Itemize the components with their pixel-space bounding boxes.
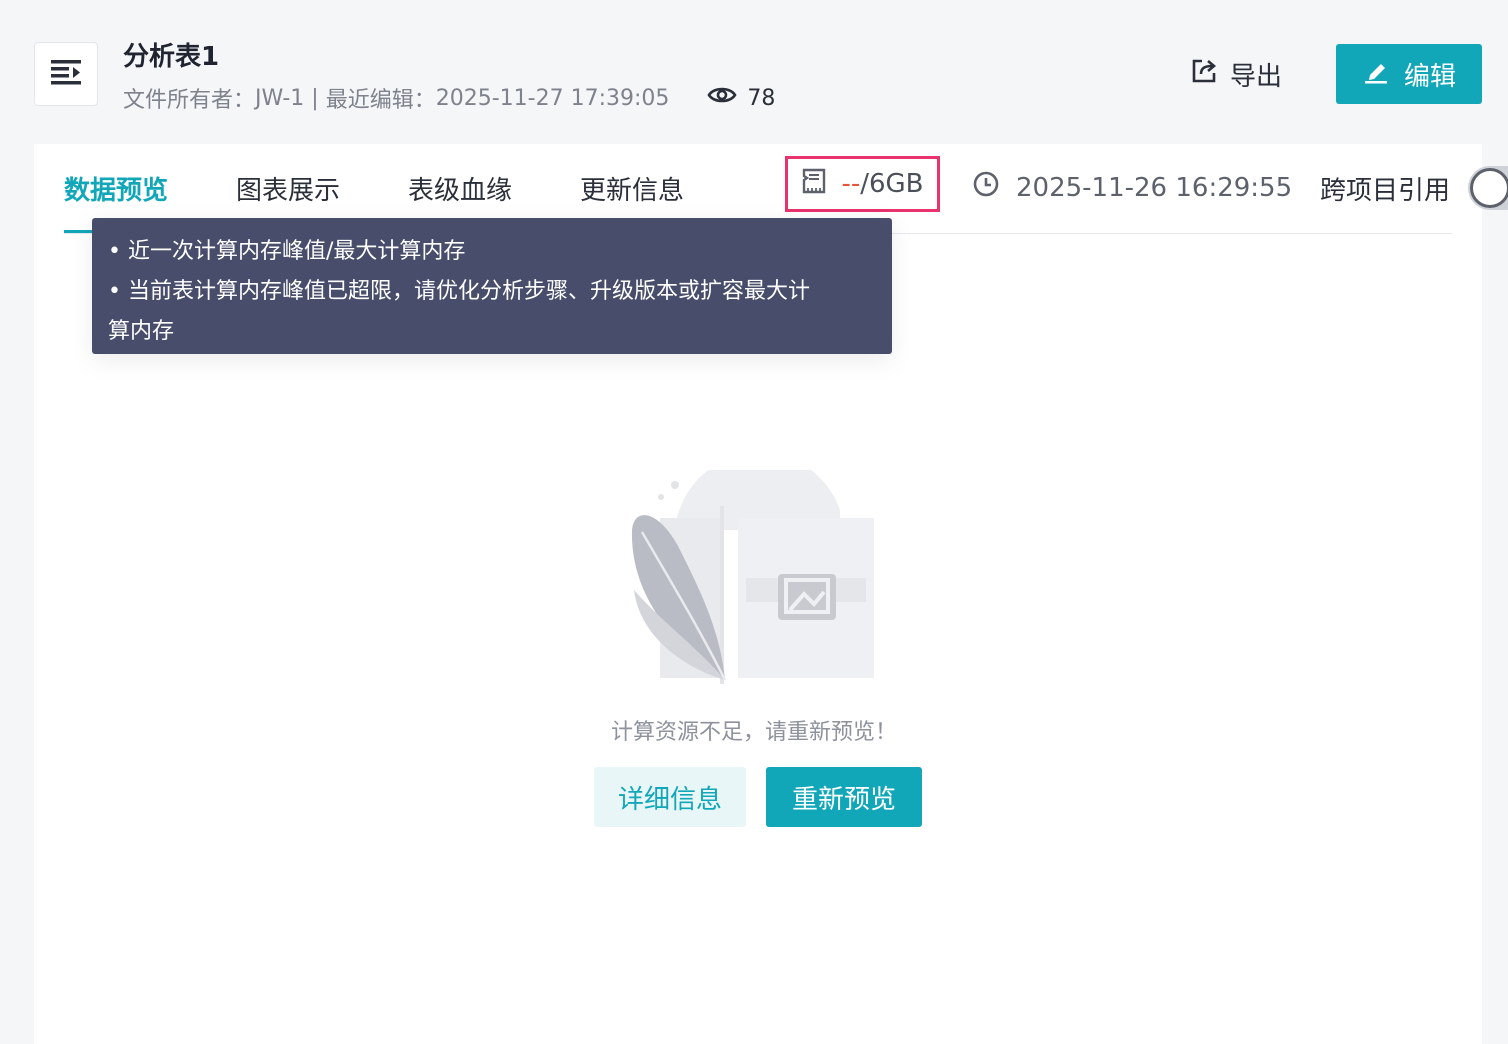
empty-state-illustration bbox=[620, 452, 890, 694]
cross-project-toggle[interactable] bbox=[1468, 166, 1508, 210]
tooltip-line-1: • 近一次计算内存峰值/最大计算内存 bbox=[108, 239, 466, 264]
update-time-value: 2025-11-26 16:29:55 bbox=[1016, 172, 1293, 203]
tab-table-lineage[interactable]: 表级血缘 bbox=[408, 170, 512, 207]
tooltip-line-2: • 当前表计算内存峰值已超限，请优化分析步骤、升级版本或扩容最大计 bbox=[108, 279, 810, 304]
tooltip-line-3: 算内存 bbox=[108, 319, 175, 344]
meta-separator: | bbox=[304, 85, 326, 111]
last-edit-time: 2025-11-27 17:39:05 bbox=[435, 85, 670, 111]
export-icon bbox=[1190, 57, 1230, 92]
view-count-value: 78 bbox=[747, 85, 776, 111]
export-button[interactable]: 导出 bbox=[1180, 52, 1292, 96]
empty-state-message: 计算资源不足，请重新预览！ bbox=[610, 720, 897, 745]
menu-collapse-icon bbox=[49, 57, 83, 91]
memory-total-value: /6GB bbox=[860, 169, 924, 199]
owner-value: JW-1 bbox=[255, 85, 305, 111]
export-label: 导出 bbox=[1230, 61, 1283, 92]
page-title: 分析表1 bbox=[123, 42, 220, 72]
edit-pen-icon bbox=[1362, 57, 1404, 92]
tab-data-preview[interactable]: 数据预览 bbox=[64, 170, 168, 207]
page: 分析表1 文件所有者： JW-1 | 最近编辑： 2025-11-27 17:3… bbox=[0, 0, 1508, 1044]
edit-label: 编辑 bbox=[1403, 61, 1456, 92]
toggle-knob bbox=[1470, 168, 1508, 208]
eye-icon bbox=[707, 85, 747, 111]
memory-card-icon bbox=[801, 167, 841, 202]
detail-info-button[interactable]: 详细信息 bbox=[594, 767, 746, 827]
update-time: 2025-11-26 16:29:55 bbox=[972, 170, 1292, 205]
retry-preview-button[interactable]: 重新预览 bbox=[766, 767, 922, 827]
active-tab-indicator bbox=[64, 230, 94, 233]
file-meta: 文件所有者： JW-1 | 最近编辑： 2025-11-27 17:39:05 … bbox=[123, 82, 775, 114]
view-count: 78 bbox=[707, 85, 775, 111]
memory-usage-indicator[interactable]: -- /6GB bbox=[785, 156, 940, 212]
memory-used-value: -- bbox=[841, 169, 861, 199]
tab-update-info[interactable]: 更新信息 bbox=[580, 170, 684, 207]
tab-chart-display[interactable]: 图表展示 bbox=[236, 170, 340, 207]
owner-label: 文件所有者： bbox=[123, 88, 256, 113]
memory-tooltip: • 近一次计算内存峰值/最大计算内存 • 当前表计算内存峰值已超限，请优化分析步… bbox=[92, 218, 892, 354]
last-edit-label: 最近编辑： bbox=[325, 88, 436, 113]
edit-button[interactable]: 编辑 bbox=[1336, 44, 1482, 104]
clock-icon bbox=[972, 170, 1016, 205]
menu-toggle-button[interactable] bbox=[34, 42, 98, 106]
cross-project-label: 跨项目引用 bbox=[1320, 176, 1451, 206]
